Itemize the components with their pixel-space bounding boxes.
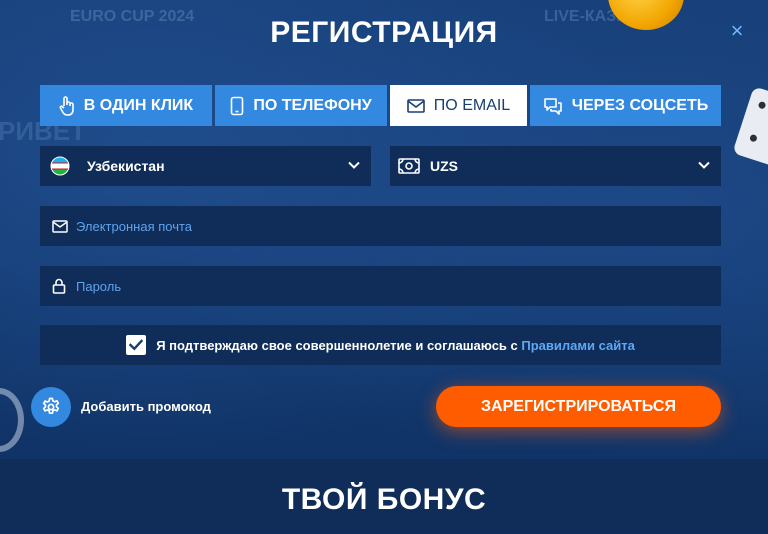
add-promo-button[interactable] (31, 387, 71, 427)
password-field[interactable] (40, 266, 721, 306)
agreement-row: Я подтверждаю свое совершеннолетие и сог… (40, 325, 721, 365)
chevron-down-icon (698, 161, 710, 169)
tab-email[interactable]: ПО EMAIL (390, 85, 527, 126)
registration-method-tabs: В ОДИН КЛИК ПО ТЕЛЕФОНУ ПО EMAIL ЧЕРЕЗ С… (40, 85, 721, 126)
tab-social-label: ЧЕРЕЗ СОЦСЕТЬ (571, 96, 709, 114)
tab-phone-label: ПО ТЕЛЕФОНУ (253, 96, 372, 114)
currency-select[interactable]: UZS (390, 146, 721, 186)
agreement-checkbox[interactable] (126, 335, 147, 355)
gear-icon (42, 397, 60, 415)
bonus-title: ТВОЙ БОНУС (281, 483, 487, 516)
uzbekistan-flag-icon (50, 156, 70, 176)
chat-bubbles-icon (543, 97, 562, 115)
add-promo-label[interactable]: Добавить промокод (81, 399, 211, 414)
password-input[interactable] (76, 278, 676, 294)
hand-pointer-icon (59, 95, 74, 116)
close-button[interactable]: × (728, 20, 746, 42)
tab-email-label: ПО EMAIL (433, 96, 511, 114)
phone-icon (231, 96, 244, 115)
money-bill-icon (398, 158, 420, 174)
tab-social[interactable]: ЧЕРЕЗ СОЦСЕТЬ (530, 85, 721, 126)
bonus-bar: ТВОЙ БОНУС (0, 459, 768, 534)
close-icon[interactable]: × (731, 18, 744, 43)
site-rules-link[interactable]: Правилами сайта (521, 338, 634, 353)
envelope-icon (52, 219, 68, 233)
email-field[interactable] (40, 206, 721, 246)
currency-value: UZS (430, 158, 458, 174)
modal-title: РЕГИСТРАЦИЯ (270, 16, 498, 49)
country-value: Узбекистан (87, 158, 165, 174)
tab-one-click[interactable]: В ОДИН КЛИК (40, 85, 212, 126)
agreement-text: Я подтверждаю свое совершеннолетие и сог… (156, 337, 518, 353)
country-select[interactable]: Узбекистан (40, 146, 371, 186)
tab-phone[interactable]: ПО ТЕЛЕФОНУ (215, 85, 387, 126)
lock-icon (52, 278, 66, 294)
chevron-down-icon (348, 161, 360, 169)
email-input[interactable] (76, 218, 676, 234)
envelope-icon (406, 98, 425, 113)
checkmark-icon (129, 339, 144, 351)
tab-one-click-label: В ОДИН КЛИК (83, 96, 194, 114)
register-button[interactable]: ЗАРЕГИСТРИРОВАТЬСЯ (436, 386, 721, 427)
